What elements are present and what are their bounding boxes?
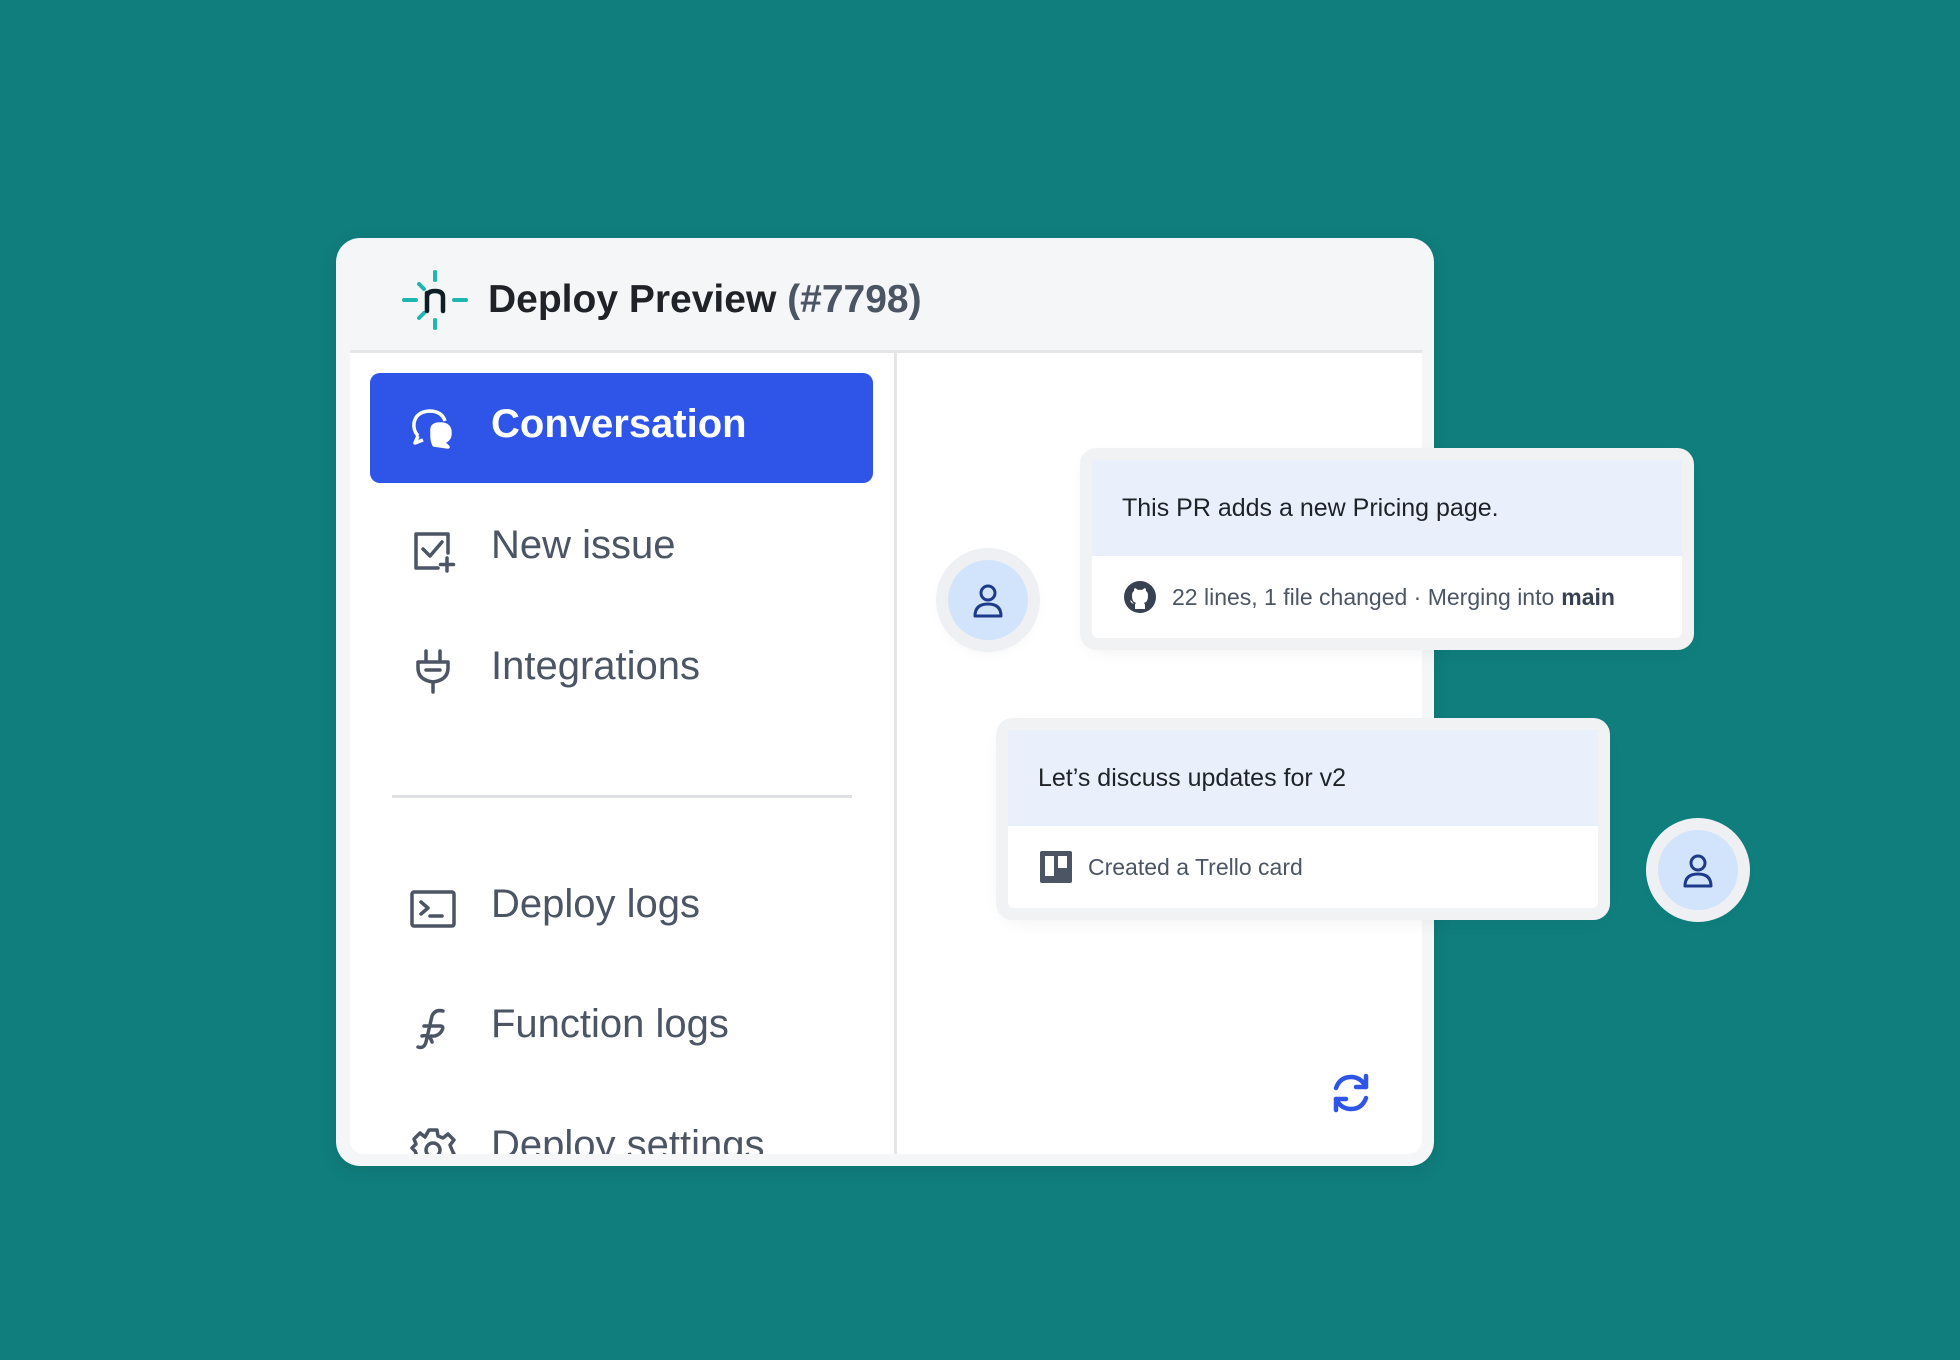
page-title: Deploy Preview (#7798) xyxy=(488,278,922,322)
sidebar-item-deploy-settings[interactable]: Deploy settings xyxy=(370,1094,873,1154)
card-meta: Created a Trello card xyxy=(1008,826,1598,908)
sidebar-item-label: Conversation xyxy=(491,402,747,446)
sidebar: Conversation New issue Integrations Depl… xyxy=(350,353,897,1154)
terminal-icon xyxy=(410,890,456,928)
sidebar-divider xyxy=(392,795,852,798)
sidebar-item-function-logs[interactable]: Function logs xyxy=(370,973,873,1083)
netlify-logo-icon xyxy=(402,270,468,330)
pr-message-card[interactable]: This PR adds a new Pricing page. 22 line… xyxy=(1092,460,1682,638)
card-meta-text: 22 lines, 1 file changed · Merging into xyxy=(1172,583,1555,610)
deploy-preview-window: Deploy Preview (#7798) Conversation New … xyxy=(336,238,1434,1166)
avatar[interactable] xyxy=(1658,830,1738,910)
window-inner: Deploy Preview (#7798) Conversation New … xyxy=(350,250,1422,1154)
github-icon xyxy=(1124,581,1156,613)
chat-bubbles-icon xyxy=(412,409,452,449)
user-icon xyxy=(1683,854,1713,888)
checkbox-plus-icon xyxy=(414,532,456,573)
trello-message-card[interactable]: Let’s discuss updates for v2 Created a T… xyxy=(1008,730,1598,908)
trello-icon xyxy=(1040,851,1072,883)
sidebar-item-label: Deploy logs xyxy=(491,882,701,926)
deploy-number: (#7798) xyxy=(787,278,922,321)
sidebar-item-deploy-logs[interactable]: Deploy logs xyxy=(370,853,873,963)
page-title-text: Deploy Preview xyxy=(488,278,777,321)
sidebar-item-conversation[interactable]: Conversation xyxy=(370,373,873,483)
sidebar-item-new-issue[interactable]: New issue xyxy=(370,494,873,604)
window-header: Deploy Preview (#7798) xyxy=(350,250,1422,353)
card-message: Let’s discuss updates for v2 xyxy=(1008,730,1598,826)
gear-icon xyxy=(410,1128,456,1154)
card-meta-text: Created a Trello card xyxy=(1088,853,1303,880)
branch-name: main xyxy=(1561,583,1615,610)
user-icon xyxy=(973,584,1003,618)
avatar[interactable] xyxy=(948,560,1028,640)
sidebar-item-label: Integrations xyxy=(491,644,701,688)
refresh-icon[interactable] xyxy=(1328,1070,1374,1116)
function-icon xyxy=(416,1008,445,1050)
plug-icon xyxy=(416,649,450,694)
sidebar-item-label: Deploy settings xyxy=(491,1123,765,1154)
card-meta: 22 lines, 1 file changed · Merging into … xyxy=(1092,556,1682,638)
card-message: This PR adds a new Pricing page. xyxy=(1092,460,1682,556)
sidebar-item-integrations[interactable]: Integrations xyxy=(370,615,873,725)
sidebar-item-label: Function logs xyxy=(491,1002,729,1046)
sidebar-item-label: New issue xyxy=(491,523,676,567)
